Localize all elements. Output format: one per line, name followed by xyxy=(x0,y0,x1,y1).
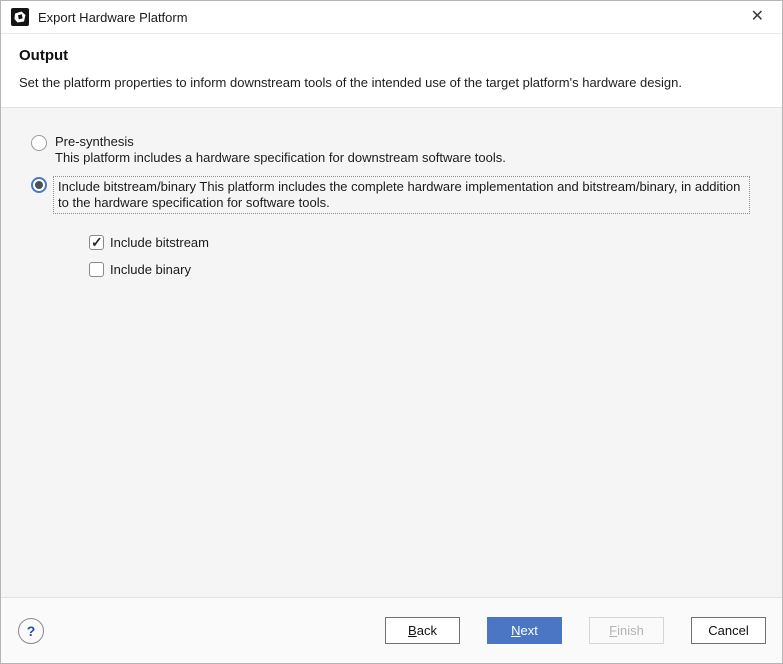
radio-pre-synthesis[interactable] xyxy=(31,135,47,151)
option-label: Pre-synthesis xyxy=(55,134,134,149)
include-binary-row[interactable]: Include binary xyxy=(89,262,782,277)
window-title: Export Hardware Platform xyxy=(38,9,188,25)
finish-button[interactable]: Finish xyxy=(589,617,664,644)
include-binary-checkbox[interactable] xyxy=(89,262,104,277)
checkbox-label: Include binary xyxy=(110,262,191,277)
option-description: This platform includes a hardware specif… xyxy=(55,149,506,165)
page-description: Set the platform properties to inform do… xyxy=(19,75,682,90)
option-pre-synthesis[interactable]: Pre-synthesis This platform includes a h… xyxy=(31,134,782,165)
include-bitstream-checkbox[interactable] xyxy=(89,234,104,251)
option-pre-synthesis-text: Pre-synthesis This platform includes a h… xyxy=(55,134,506,165)
wizard-buttons: Back Next Finish Cancel xyxy=(385,617,766,644)
option-label: Include bitstream/binary xyxy=(58,179,197,194)
export-hardware-platform-dialog: Export Hardware Platform ✕ Output Set th… xyxy=(0,0,783,664)
cancel-button[interactable]: Cancel xyxy=(691,617,766,644)
wizard-footer: ? Back Next Finish Cancel xyxy=(1,597,782,663)
titlebar: Export Hardware Platform ✕ xyxy=(1,1,782,34)
radio-include-bitstream-binary[interactable] xyxy=(31,177,47,193)
include-bitstream-row[interactable]: Include bitstream xyxy=(89,234,782,251)
option-include-bitstream-binary[interactable]: Include bitstream/binary This platform i… xyxy=(31,176,782,214)
option-focus-outline: Include bitstream/binary This platform i… xyxy=(53,176,750,214)
close-icon[interactable]: ✕ xyxy=(747,7,768,27)
vivado-logo-icon xyxy=(11,8,29,26)
page-title: Output xyxy=(19,47,69,64)
next-button[interactable]: Next xyxy=(487,617,562,644)
back-button[interactable]: Back xyxy=(385,617,460,644)
wizard-header: Output Set the platform properties to in… xyxy=(1,34,782,108)
help-button[interactable]: ? xyxy=(18,617,44,644)
bitstream-checkbox-group: Include bitstream Include binary xyxy=(89,234,782,277)
wizard-content: Pre-synthesis This platform includes a h… xyxy=(1,108,782,597)
question-mark-icon: ? xyxy=(26,622,36,639)
checkbox-label: Include bitstream xyxy=(110,235,209,250)
